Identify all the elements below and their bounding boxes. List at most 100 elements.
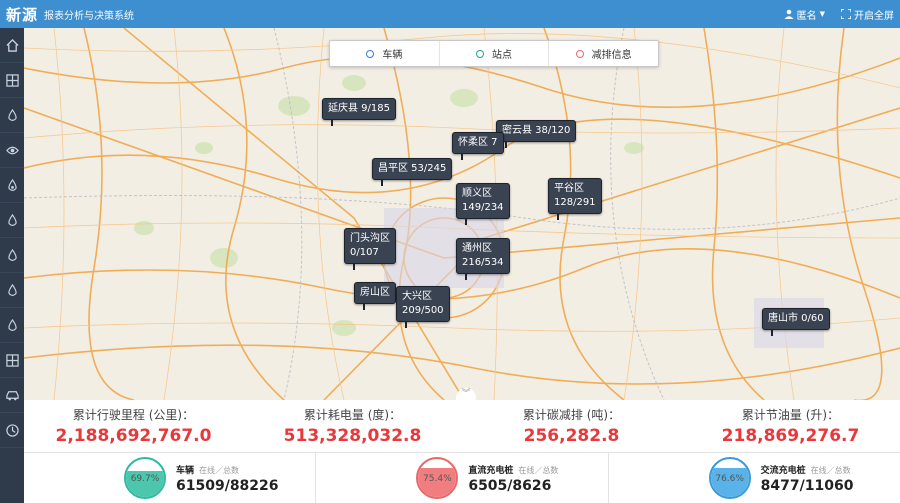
fullscreen-label: 开启全屏 <box>854 10 894 22</box>
layer-tabs: 车辆 站点 减排信息 <box>329 40 659 67</box>
card-title: 车辆 <box>176 465 195 476</box>
stat-item: 累计节油量 (升)： 218,869,276.7 <box>681 400 900 450</box>
sidebar-item-7[interactable] <box>0 273 24 308</box>
callout-line2: 149/234 <box>462 202 504 213</box>
user-icon <box>784 9 794 19</box>
status-card: 76.6% 交流充电桩 在线／总数 8477/11060 <box>609 453 900 503</box>
user-menu[interactable]: 匿名 ▼ <box>784 7 825 22</box>
legend-dot-icon <box>366 49 375 58</box>
sidebar-item-4[interactable] <box>0 168 24 203</box>
progress-ring: 69.7% <box>124 457 166 499</box>
stat-value: 2,188,692,767.0 <box>55 426 212 446</box>
tab-layer-2[interactable]: 减排信息 <box>549 41 658 66</box>
sidebar-item-0[interactable] <box>0 28 24 63</box>
car-icon <box>5 390 19 400</box>
grid-icon <box>5 73 19 87</box>
sidebar <box>0 28 24 503</box>
callout-line1: 平谷区 <box>554 183 584 194</box>
callout-line1: 延庆县 9/185 <box>328 103 390 114</box>
stat-item: 累计碳减排 (吨)： 256,282.8 <box>462 400 681 450</box>
district-callout[interactable]: 房山区 <box>354 282 396 310</box>
district-callout[interactable]: 平谷区 128/291 <box>548 178 602 220</box>
callout-line1: 通州区 <box>462 243 492 254</box>
callout-line1: 门头沟区 <box>350 233 390 244</box>
sidebar-item-9[interactable] <box>0 343 24 378</box>
progress-percent: 76.6% <box>715 474 744 484</box>
brand-logo: 新源 <box>6 5 39 24</box>
callout-line2: 0/107 <box>350 247 379 258</box>
callout-line1: 密云县 38/120 <box>502 125 571 136</box>
drop-icon <box>7 213 17 226</box>
card-value: 6505/8626 <box>468 477 552 494</box>
stat-item: 累计行驶里程 (公里)： 2,188,692,767.0 <box>24 400 243 450</box>
tab-label: 站点 <box>492 50 512 61</box>
sidebar-item-1[interactable] <box>0 63 24 98</box>
map-view[interactable]: 车辆 站点 减排信息 延庆县 9/185 密云县 38/120 怀柔区 7 昌平区 53/… <box>24 28 900 400</box>
card-subtitle: 在线／总数 <box>518 465 559 475</box>
caret-down-icon: ▼ <box>819 10 825 18</box>
stat-label: 累计碳减排 (吨)： <box>522 408 621 422</box>
card-title: 交流充电桩 <box>760 465 806 476</box>
tab-label: 车辆 <box>382 50 403 61</box>
tab-layer-1[interactable]: 站点 <box>438 41 550 66</box>
sidebar-item-10[interactable] <box>0 378 24 413</box>
callout-line2: 216/534 <box>462 257 504 268</box>
district-callout[interactable]: 唐山市 0/60 <box>762 308 830 336</box>
app-subtitle: 报表分析与决策系统 <box>44 10 135 22</box>
status-card: 69.7% 车辆 在线／总数 61509/88226 <box>24 453 317 503</box>
district-callout[interactable]: 昌平区 53/245 <box>372 158 453 186</box>
sidebar-item-3[interactable] <box>0 133 24 168</box>
card-subtitle: 在线／总数 <box>810 465 851 475</box>
district-callout[interactable]: 密云县 38/120 <box>496 120 577 148</box>
progress-percent: 69.7% <box>130 474 160 484</box>
home-icon <box>5 38 19 52</box>
drop-icon <box>7 318 17 331</box>
callout-line1: 大兴区 <box>402 291 432 302</box>
eye-icon <box>5 146 19 154</box>
legend-dot-icon <box>476 49 484 58</box>
sidebar-item-5[interactable] <box>0 203 24 238</box>
district-callout[interactable]: 大兴区 209/500 <box>396 286 450 328</box>
callout-line2: 209/500 <box>402 305 444 316</box>
stat-value: 218,869,276.7 <box>721 426 860 446</box>
stats-bar: 累计行驶里程 (公里)： 2,188,692,767.0 累计耗电量 (度)： 513… <box>24 400 900 450</box>
stat-label: 累计耗电量 (度)： <box>303 408 402 422</box>
card-title: 直流充电桩 <box>468 465 514 476</box>
card-value: 61509/88226 <box>176 477 279 494</box>
callout-line1: 怀柔区 7 <box>458 137 498 148</box>
user-label: 匿名 <box>796 10 817 22</box>
status-card: 75.4% 直流充电桩 在线／总数 6505/8626 <box>316 453 609 503</box>
card-subtitle: 在线／总数 <box>199 465 240 475</box>
callout-line1: 唐山市 0/60 <box>768 313 824 324</box>
stat-label: 累计行驶里程 (公里)： <box>72 408 195 422</box>
status-cards: 69.7% 车辆 在线／总数 61509/88226 75.4% 直流充电桩 在线／总数 65… <box>24 452 900 503</box>
drop-icon <box>7 248 17 261</box>
stat-label: 累计节油量 (升)： <box>741 408 840 422</box>
stat-value: 256,282.8 <box>523 426 620 446</box>
grid-icon <box>5 353 19 367</box>
stat-value: 513,328,032.8 <box>283 426 422 446</box>
tab-layer-0[interactable]: 车辆 <box>330 41 439 66</box>
sidebar-item-6[interactable] <box>0 238 24 273</box>
legend-dot-icon <box>575 49 584 58</box>
district-callout[interactable]: 门头沟区 0/107 <box>344 228 396 270</box>
fullscreen-button[interactable]: 开启全屏 <box>841 7 894 22</box>
callout-line1: 房山区 <box>360 287 390 298</box>
sidebar-item-11[interactable] <box>0 413 24 448</box>
clock-icon <box>5 423 19 437</box>
drop-icon <box>7 283 17 296</box>
expand-icon <box>841 9 851 19</box>
progress-ring: 76.6% <box>708 457 751 499</box>
district-callout[interactable]: 延庆县 9/185 <box>322 98 396 126</box>
district-callout[interactable]: 怀柔区 7 <box>452 132 504 160</box>
callout-line1: 昌平区 53/245 <box>378 163 447 174</box>
sidebar-item-8[interactable] <box>0 308 24 343</box>
callout-line1: 顺义区 <box>462 188 492 199</box>
drop-icon <box>7 108 17 121</box>
top-bar: 新源 报表分析与决策系统 匿名 ▼ 开启全屏 <box>0 0 900 28</box>
stat-item: 累计耗电量 (度)： 513,328,032.8 <box>243 400 462 450</box>
progress-percent: 75.4% <box>423 474 452 484</box>
sidebar-item-2[interactable] <box>0 98 24 133</box>
district-callout[interactable]: 通州区 216/534 <box>456 238 510 280</box>
district-callout[interactable]: 顺义区 149/234 <box>456 183 510 225</box>
